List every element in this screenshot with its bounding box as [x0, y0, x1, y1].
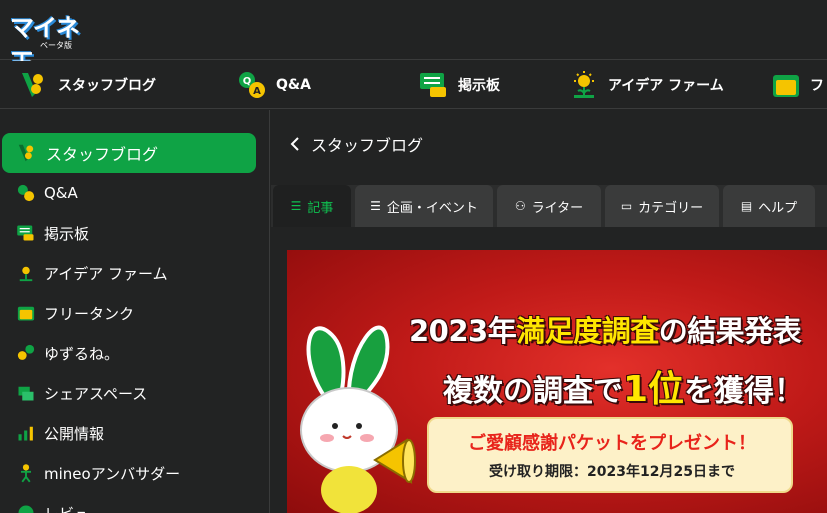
- sidebar-item-label: アイデア ファーム: [44, 264, 168, 283]
- board-icon: [420, 73, 446, 97]
- idea-icon: [19, 266, 33, 282]
- idea-icon: [574, 71, 594, 98]
- qa-icon: Q A: [239, 72, 265, 98]
- top-nav: スタッフブログ Q A Q&A 掲示板 アイデア ファーム フ: [0, 61, 827, 109]
- mascot-image: [300, 325, 416, 513]
- sidebar-item-review[interactable]: レビュ: [2, 493, 256, 513]
- sidebar-item-ambassador[interactable]: mineoアンバサダー: [2, 453, 256, 493]
- banner-line2-end: を獲得！: [684, 374, 805, 409]
- topnav-label: Q&A: [276, 77, 311, 93]
- tab-label: カテゴリー: [638, 200, 704, 216]
- sidebar-item-label: 公開情報: [44, 424, 105, 443]
- staff-blog-icon: [22, 73, 43, 97]
- sidebar-item-label: シェアスペース: [44, 384, 148, 403]
- banner-rank: 1位: [623, 369, 685, 410]
- sidebar-item-label: フリータンク: [44, 304, 135, 323]
- tab-category[interactable]: ▭ カテゴリー: [605, 185, 719, 227]
- breadcrumb[interactable]: スタッフブログ: [289, 132, 423, 156]
- sidebar-item-staff-blog[interactable]: スタッフブログ: [2, 133, 256, 173]
- sidebar-item-public-info[interactable]: 公開情報: [2, 413, 256, 453]
- sidebar-item-label: 掲示板: [44, 224, 90, 243]
- public-info-icon: [18, 426, 33, 441]
- breadcrumb-label: スタッフブログ: [311, 136, 424, 155]
- ambassador-icon: [21, 464, 31, 483]
- topnav-item-free-tank[interactable]: フ: [770, 61, 824, 109]
- yuzurune-icon: [17, 344, 35, 360]
- tab-events[interactable]: ☰ 企画・イベント: [355, 185, 493, 227]
- tab-help[interactable]: ▤ ヘルプ: [723, 185, 815, 227]
- main-content: スタッフブログ ☰ 記事 ☰ 企画・イベント ⚇ ライター ▭ カテゴリー ▤ …: [271, 110, 827, 513]
- topnav-label: スタッフブログ: [58, 78, 156, 94]
- sidebar: スタッフブログ Q&A 掲示板 アイデア ファーム フリータンク ゆずるね。 シ…: [0, 110, 270, 513]
- present-deadline: 受け取り期限：2023年12月25日まで: [489, 464, 735, 480]
- sidebar-item-label: mineoアンバサダー: [44, 464, 181, 483]
- staff-blog-icon: [18, 144, 34, 162]
- banner-end: 結果発表: [687, 314, 802, 348]
- folder-icon: ▭: [620, 199, 633, 213]
- list-icon: ☰: [370, 199, 381, 213]
- board-icon: [17, 225, 34, 241]
- svg-text:A: A: [253, 86, 261, 97]
- logo[interactable]: マイネ王 ベータ版: [10, 8, 100, 77]
- help-icon: ▤: [740, 199, 753, 213]
- tab-label: 記事: [307, 200, 334, 216]
- tab-bar: ☰ 記事 ☰ 企画・イベント ⚇ ライター ▭ カテゴリー ▤ ヘルプ: [271, 185, 827, 227]
- present-box: ご愛顧感謝パケットをプレゼント！ 受け取り期限：2023年12月25日まで: [427, 417, 793, 493]
- topnav-item-board[interactable]: 掲示板: [418, 61, 500, 109]
- topnav-item-qa[interactable]: Q A Q&A: [236, 61, 311, 109]
- sidebar-item-label: Q&A: [44, 184, 78, 202]
- sidebar-item-yuzurune[interactable]: ゆずるね。: [2, 333, 256, 373]
- tab-label: ヘルプ: [758, 200, 798, 216]
- sidebar-item-share-space[interactable]: シェアスペース: [2, 373, 256, 413]
- tab-label: 企画・イベント: [386, 200, 478, 216]
- list-icon: ☰: [290, 199, 302, 213]
- banner-year: 2023年: [409, 314, 517, 348]
- sidebar-item-qa[interactable]: Q&A: [2, 173, 256, 213]
- sidebar-item-label: スタッフブログ: [46, 145, 159, 164]
- header: マイネ王 ベータ版: [0, 0, 827, 77]
- logo-sub: ベータ版: [40, 41, 72, 50]
- tab-label: ライター: [531, 200, 584, 216]
- sidebar-item-board[interactable]: 掲示板: [2, 213, 256, 253]
- topnav-label: フ: [810, 78, 824, 94]
- sidebar-item-label: ゆずるね。: [44, 344, 120, 363]
- tab-writers[interactable]: ⚇ ライター: [497, 185, 601, 227]
- svg-text:Q: Q: [243, 76, 252, 87]
- tank-icon: [17, 306, 35, 321]
- chevron-left-icon: [290, 137, 299, 151]
- tab-articles[interactable]: ☰ 記事: [273, 185, 351, 227]
- sidebar-item-idea-farm[interactable]: アイデア ファーム: [2, 253, 256, 293]
- present-title: ご愛顧感謝パケットをプレゼント！: [468, 433, 756, 454]
- topnav-label: 掲示板: [458, 78, 500, 94]
- review-icon: [18, 505, 34, 513]
- banner-headline-2: 複数の調査で1位を獲得！: [443, 360, 804, 412]
- topnav-item-idea-farm[interactable]: アイデア ファーム: [568, 61, 724, 109]
- banner-highlight: 満足度調査: [516, 314, 659, 348]
- tank-icon: [773, 75, 799, 97]
- topnav-item-staff-blog[interactable]: スタッフブログ: [18, 61, 156, 109]
- qa-icon: [17, 184, 35, 202]
- topnav-label: アイデア ファーム: [608, 78, 724, 94]
- writers-icon: ⚇: [514, 199, 526, 213]
- share-space-icon: [18, 386, 34, 401]
- banner-headline-1: 2023年満足度調査の結果発表: [409, 308, 802, 350]
- banner-line2-start: 複数の調査で: [443, 374, 623, 409]
- banner-particle: の: [658, 314, 688, 348]
- sidebar-item-label: レビュ: [44, 503, 89, 513]
- hero-banner[interactable]: 2023年満足度調査の結果発表 複数の調査で1位を獲得！ ご愛顧感謝パケットをプ…: [287, 250, 827, 513]
- sidebar-item-free-tank[interactable]: フリータンク: [2, 293, 256, 333]
